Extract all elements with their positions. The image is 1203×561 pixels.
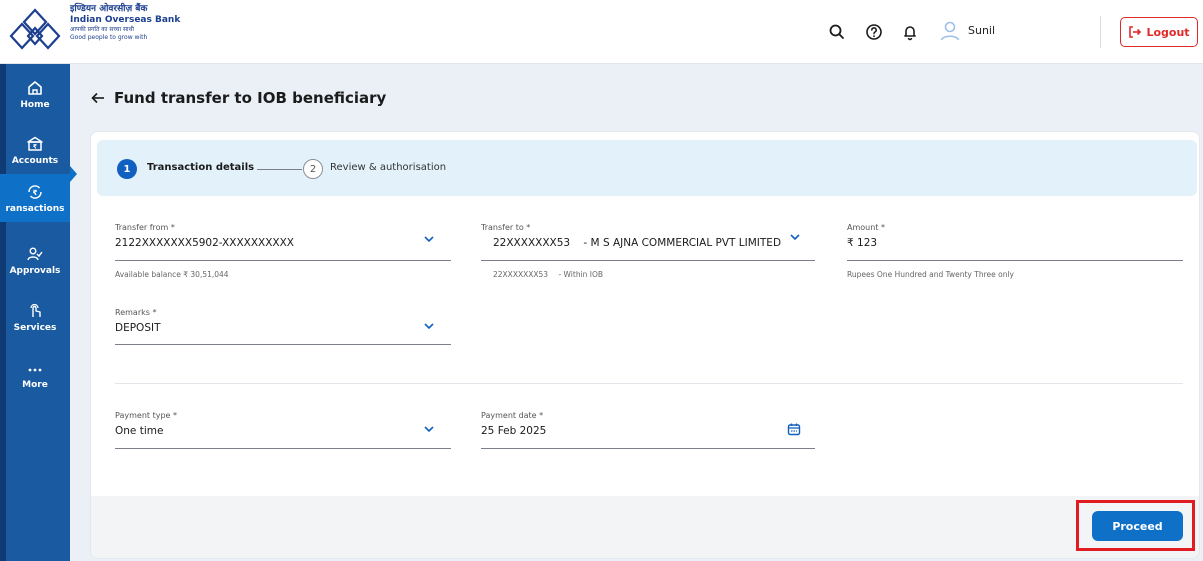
beneficiary-helper-bank: - Within IOB xyxy=(558,270,604,279)
payment-type-underline xyxy=(115,448,451,449)
back-arrow-icon[interactable] xyxy=(90,90,106,106)
step-2-label: Review & authorisation xyxy=(330,162,447,173)
svg-text:₹: ₹ xyxy=(33,189,38,197)
chevron-down-icon[interactable] xyxy=(423,423,435,435)
sidebar-item-label: Accounts xyxy=(11,155,59,166)
amount-field[interactable]: Amount * ₹ 123 xyxy=(847,223,1183,250)
sidebar-item-label: Approvals xyxy=(9,265,61,276)
logout-label: Logout xyxy=(1146,25,1190,39)
rupee-exchange-icon: ₹ xyxy=(28,184,42,199)
page-title-text: Fund transfer to IOB beneficiary xyxy=(114,89,387,107)
brand-block: इण्डियन ओवरसीज़ बैंक Indian Overseas Ban… xyxy=(70,4,180,42)
chevron-down-icon[interactable] xyxy=(423,233,435,245)
page-title: Fund transfer to IOB beneficiary xyxy=(90,89,386,107)
remarks-field[interactable]: Remarks * DEPOSIT xyxy=(115,308,451,335)
sidebar-item-label: ransactions xyxy=(5,203,65,214)
chevron-down-icon[interactable] xyxy=(423,320,435,332)
payment-date-underline xyxy=(481,448,815,449)
search-icon[interactable] xyxy=(827,22,847,42)
available-balance: Available balance ₹ 30,51,044 xyxy=(115,270,229,279)
transfer-from-underline xyxy=(115,260,451,261)
home-icon xyxy=(28,80,42,95)
transfer-form-card: 1 Transaction details 2 Review & authori… xyxy=(90,131,1200,559)
brand-name: Indian Overseas Bank xyxy=(70,15,181,25)
active-indicator xyxy=(70,166,77,182)
sidebar-item-more[interactable]: More xyxy=(0,350,70,398)
top-header: इण्डियन ओवरसीज़ बैंक Indian Overseas Ban… xyxy=(0,0,1203,64)
brand-tagline: Good people to grow with xyxy=(70,34,148,41)
user-name[interactable]: Sunil xyxy=(968,24,995,37)
step-connector xyxy=(257,169,302,170)
header-divider xyxy=(1100,16,1101,48)
remarks-underline xyxy=(115,344,451,345)
logout-button[interactable]: Logout xyxy=(1120,17,1198,47)
sidebar-item-approvals[interactable]: Approvals xyxy=(0,236,70,284)
sidebar-item-label: More xyxy=(22,379,48,390)
help-icon[interactable] xyxy=(864,22,884,42)
chevron-down-icon[interactable] xyxy=(789,231,801,243)
calendar-icon[interactable] xyxy=(787,422,801,436)
transfer-to-account: 22XXXXXXX53 xyxy=(493,237,571,249)
sidebar-item-label: Services xyxy=(13,322,57,333)
sidebar-item-services[interactable]: Services xyxy=(0,293,70,341)
bank-icon: ₹ xyxy=(27,136,43,151)
sidebar-item-transactions[interactable]: ₹ ransactions xyxy=(0,174,70,222)
amount-underline xyxy=(847,260,1183,261)
transfer-to-beneficiary: - M S AJNA COMMERCIAL PVT LIMITED xyxy=(583,237,782,249)
amount-label: Amount * xyxy=(847,223,885,232)
remarks-label: Remarks * xyxy=(115,308,157,317)
transfer-from-value[interactable]: 2122XXXXXXX5902-XXXXXXXXXX xyxy=(115,236,451,250)
section-divider xyxy=(115,383,1183,384)
amount-in-words: Rupees One Hundred and Twenty Three only xyxy=(847,270,1014,279)
transfer-from-field[interactable]: Transfer from * 2122XXXXXXX5902-XXXXXXXX… xyxy=(115,223,451,250)
payment-date-value[interactable]: 25 Feb 2025 xyxy=(481,424,815,438)
sidebar-item-accounts[interactable]: ₹ Accounts xyxy=(0,126,70,174)
user-icon[interactable] xyxy=(938,19,962,43)
bell-icon[interactable] xyxy=(900,22,920,42)
transfer-to-label: Transfer to * xyxy=(481,223,531,232)
form-footer: Proceed xyxy=(91,496,1199,558)
transfer-to-value[interactable]: 22XXXXXXX53 - M S AJNA COMMERCIAL PVT LI… xyxy=(481,236,815,250)
brand-tagline-hindi: आपकी प्रगति का सच्चा साथी xyxy=(70,26,134,33)
bank-logo xyxy=(9,8,61,50)
amount-value[interactable]: ₹ 123 xyxy=(847,236,1183,250)
transfer-from-label: Transfer from * xyxy=(115,223,175,232)
payment-type-field[interactable]: Payment type * One time xyxy=(115,411,451,438)
payment-date-label: Payment date * xyxy=(481,411,544,420)
payment-date-field[interactable]: Payment date * 25 Feb 2025 xyxy=(481,411,815,438)
beneficiary-helper: 22XXXXXXX53 - Within IOB xyxy=(493,270,603,279)
brand-hindi-name: इण्डियन ओवरसीज़ बैंक xyxy=(70,4,148,14)
step-1-circle: 1 xyxy=(117,159,137,179)
hand-tap-icon xyxy=(30,303,41,317)
transfer-to-underline xyxy=(481,260,815,261)
remarks-value[interactable]: DEPOSIT xyxy=(115,321,451,335)
sidebar-item-home[interactable]: Home xyxy=(0,70,70,118)
step-1-label: Transaction details xyxy=(147,162,255,173)
logout-icon xyxy=(1129,26,1142,38)
payment-type-value[interactable]: One time xyxy=(115,424,451,438)
beneficiary-helper-account: 22XXXXXXX53 xyxy=(493,270,549,279)
step-2-circle: 2 xyxy=(303,159,323,179)
approvals-icon xyxy=(27,247,43,260)
more-dots-icon xyxy=(28,368,42,371)
transfer-to-field[interactable]: Transfer to * 22XXXXXXX53 - M S AJNA COM… xyxy=(481,223,815,250)
stepper: 1 Transaction details 2 Review & authori… xyxy=(97,140,1197,196)
svg-text:₹: ₹ xyxy=(33,143,37,150)
sidebar-item-label: Home xyxy=(20,99,50,110)
highlight-box xyxy=(1076,500,1195,551)
payment-type-label: Payment type * xyxy=(115,411,177,420)
